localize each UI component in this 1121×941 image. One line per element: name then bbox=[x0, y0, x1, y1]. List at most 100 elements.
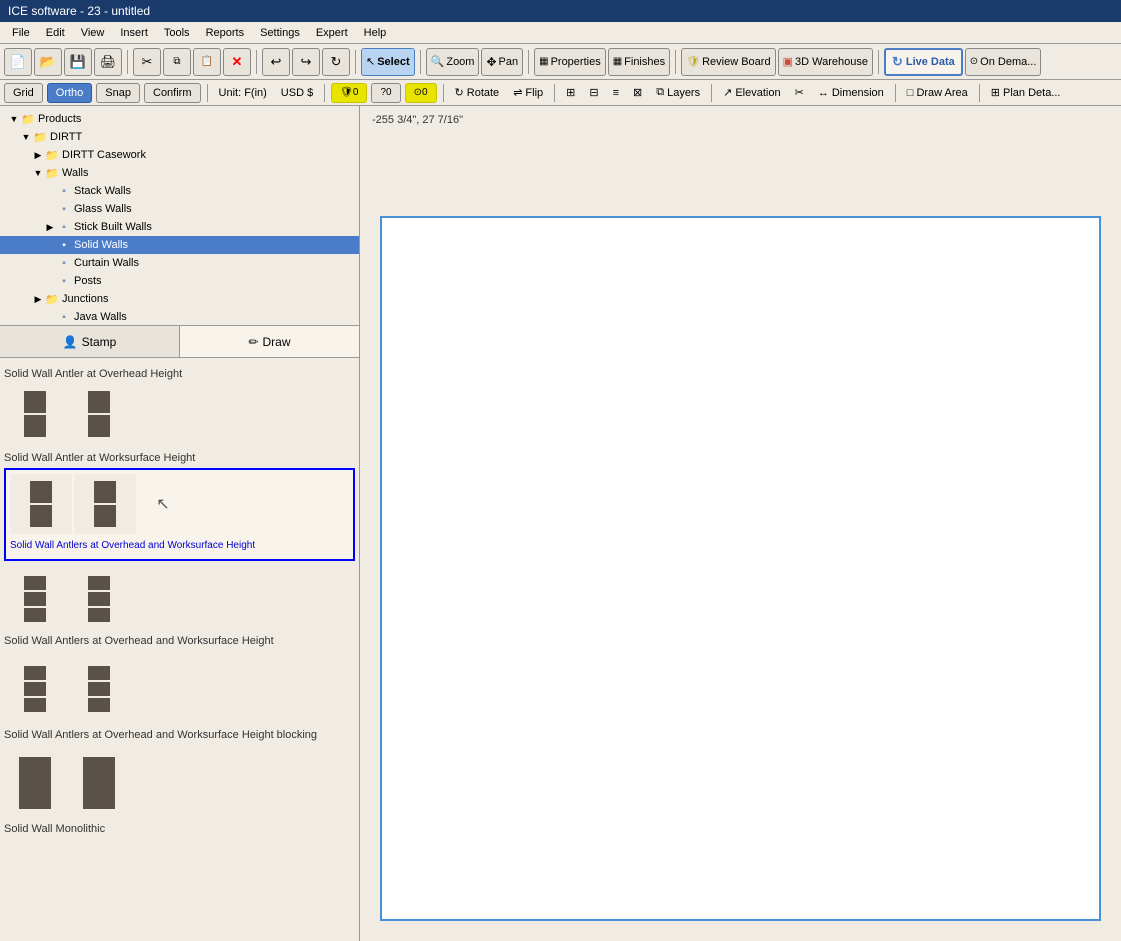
refresh-button[interactable]: ↻ bbox=[322, 48, 350, 76]
flip-button[interactable]: ⇌ Flip bbox=[508, 85, 548, 100]
plan-detail-button[interactable]: ⊞ Plan Deta... bbox=[986, 85, 1066, 100]
curtain-walls-icon: ▪ bbox=[56, 255, 72, 271]
distribute-button[interactable]: ⊟ bbox=[584, 85, 603, 100]
snap-button[interactable]: Snap bbox=[96, 83, 140, 103]
review-board-button[interactable]: 🛡 Review Board bbox=[681, 48, 775, 76]
tree-item-products[interactable]: ▼ 📁 Products bbox=[0, 110, 359, 128]
rotate-button[interactable]: ↻ Rotate bbox=[450, 85, 505, 100]
product-tile-m1[interactable] bbox=[4, 749, 66, 817]
paste-button[interactable]: 📋 bbox=[193, 48, 221, 76]
stick-built-icon: ▪ bbox=[56, 219, 72, 235]
product-tile-ws2[interactable] bbox=[74, 474, 136, 534]
toggle-casework[interactable]: ▶ bbox=[32, 150, 44, 161]
tree-item-junctions[interactable]: ▶ 📁 Junctions bbox=[0, 290, 359, 308]
product-tile-b2[interactable] bbox=[68, 569, 130, 629]
tree-item-stick-built-walls[interactable]: ▶ ▪ Stick Built Walls bbox=[0, 218, 359, 236]
tree-scroll[interactable]: ▼ 📁 Products ▼ 📁 DIRTT ▶ 📁 bbox=[0, 106, 359, 325]
badge-circle-button[interactable]: ⊙ 0 bbox=[405, 83, 437, 103]
cut-icon-button[interactable]: ✂ bbox=[790, 85, 809, 100]
group-title-overhead: Solid Wall Antler at Overhead Height bbox=[4, 368, 355, 380]
undo-button[interactable]: ↩ bbox=[262, 48, 290, 76]
title-text: ICE software - 23 - untitled bbox=[8, 4, 150, 18]
toggle-junctions[interactable]: ▶ bbox=[32, 294, 44, 305]
product-panel[interactable]: Solid Wall Antler at Overhead Height bbox=[0, 358, 359, 941]
walls-icon: 📁 bbox=[44, 165, 60, 181]
glass-walls-icon: ▪ bbox=[56, 201, 72, 217]
toggle-walls[interactable]: ▼ bbox=[32, 168, 44, 178]
product-tile-oh1[interactable] bbox=[4, 384, 66, 444]
toggle-products[interactable]: ▼ bbox=[8, 114, 20, 124]
new-button[interactable]: 📄 bbox=[4, 48, 32, 76]
badge-shield-button[interactable]: 🛡 0 bbox=[331, 83, 367, 103]
toggle-stick-built[interactable]: ▶ bbox=[44, 222, 56, 233]
warehouse-button[interactable]: ▣ 3D Warehouse bbox=[778, 48, 873, 76]
group-title-blocking-label: Solid Wall Antlers at Overhead and Works… bbox=[4, 729, 355, 741]
draw-area bbox=[380, 216, 1101, 921]
product-tile-b1[interactable] bbox=[4, 569, 66, 629]
product-tile-oh2[interactable] bbox=[68, 384, 130, 444]
product-tile-m2[interactable] bbox=[68, 749, 130, 817]
elevation-button[interactable]: ↗ Elevation bbox=[718, 85, 785, 100]
tree-item-posts[interactable]: ▪ Posts bbox=[0, 272, 359, 290]
usd-display: USD $ bbox=[276, 86, 318, 100]
menu-view[interactable]: View bbox=[73, 25, 113, 41]
dimension-icon-button[interactable]: ↔ Dimension bbox=[813, 86, 889, 100]
menu-edit[interactable]: Edit bbox=[38, 25, 73, 41]
live-data-label: Live Data bbox=[906, 56, 955, 68]
delete-button[interactable]: ✕ bbox=[223, 48, 251, 76]
draw-button[interactable]: ✏ Draw bbox=[180, 326, 359, 357]
select-button[interactable]: ↖ Select bbox=[361, 48, 415, 76]
cursor-arrow: ↖ bbox=[138, 474, 188, 534]
save-button[interactable]: 💾 bbox=[64, 48, 92, 76]
finishes-button[interactable]: ▦ Finishes bbox=[608, 48, 670, 76]
pan-button[interactable]: ✥ Pan bbox=[481, 48, 523, 76]
product-tile-ws1[interactable] bbox=[10, 474, 72, 534]
product-tiles-both bbox=[4, 569, 355, 629]
grid-button[interactable]: Grid bbox=[4, 83, 43, 103]
casework-icon: 📁 bbox=[44, 147, 60, 163]
tree-item-glass-walls[interactable]: ▪ Glass Walls bbox=[0, 200, 359, 218]
on-demand-button[interactable]: ⊙ On Dema... bbox=[965, 48, 1042, 76]
copy-button[interactable]: ⧉ bbox=[163, 48, 191, 76]
product-tile-bl1[interactable] bbox=[4, 655, 66, 723]
zoom-button[interactable]: 🔍 Zoom bbox=[426, 48, 480, 76]
menu-insert[interactable]: Insert bbox=[112, 25, 156, 41]
tree-item-solid-walls[interactable]: ▪ Solid Walls bbox=[0, 236, 359, 254]
cut-button[interactable]: ✂ bbox=[133, 48, 161, 76]
live-data-button[interactable]: ↻ Live Data bbox=[884, 48, 963, 76]
product-tiles-monolithic bbox=[4, 749, 355, 817]
stamp-button[interactable]: 👤 Stamp bbox=[0, 326, 180, 357]
tree-item-java-walls[interactable]: ▪ Java Walls bbox=[0, 308, 359, 325]
product-tiles-blocking bbox=[4, 655, 355, 723]
copy-align-button[interactable]: ⊞ bbox=[561, 85, 580, 100]
ortho-button[interactable]: Ortho bbox=[47, 83, 93, 103]
confirm-button[interactable]: Confirm bbox=[144, 83, 201, 103]
align-button[interactable]: ≡ bbox=[608, 86, 624, 100]
redo-button[interactable]: ↪ bbox=[292, 48, 320, 76]
tree-view: ▼ 📁 Products ▼ 📁 DIRTT ▶ 📁 bbox=[0, 106, 359, 326]
menu-help[interactable]: Help bbox=[356, 25, 395, 41]
tree-item-casework[interactable]: ▶ 📁 DIRTT Casework bbox=[0, 146, 359, 164]
separator-6 bbox=[675, 50, 676, 74]
badge-question-button[interactable]: ? 0 bbox=[371, 83, 400, 103]
tree-item-stack-walls[interactable]: ▪ Stack Walls bbox=[0, 182, 359, 200]
layers-button[interactable]: ⧉ Layers bbox=[651, 85, 705, 100]
menu-reports[interactable]: Reports bbox=[198, 25, 253, 41]
draw-area-button[interactable]: □ Draw Area bbox=[902, 86, 973, 100]
group-subtitle-both: Solid Wall Antlers at Overhead and Works… bbox=[10, 540, 349, 551]
toggle-dirtt[interactable]: ▼ bbox=[20, 132, 32, 142]
stamp-draw-bar: 👤 Stamp ✏ Draw bbox=[0, 326, 359, 358]
viewport[interactable]: -255 3/4", 27 7/16" bbox=[360, 106, 1121, 941]
tree-item-dirtt[interactable]: ▼ 📁 DIRTT bbox=[0, 128, 359, 146]
tree-item-curtain-walls[interactable]: ▪ Curtain Walls bbox=[0, 254, 359, 272]
menu-tools[interactable]: Tools bbox=[156, 25, 198, 41]
product-tile-bl2[interactable] bbox=[68, 655, 130, 723]
print-button[interactable]: 🖨 bbox=[94, 48, 122, 76]
menu-expert[interactable]: Expert bbox=[308, 25, 356, 41]
tree-item-walls[interactable]: ▼ 📁 Walls bbox=[0, 164, 359, 182]
menu-file[interactable]: File bbox=[4, 25, 38, 41]
menu-settings[interactable]: Settings bbox=[252, 25, 308, 41]
open-button[interactable]: 📂 bbox=[34, 48, 62, 76]
measure-button[interactable]: ⊠ bbox=[628, 85, 647, 100]
properties-button[interactable]: ▦ Properties bbox=[534, 48, 606, 76]
